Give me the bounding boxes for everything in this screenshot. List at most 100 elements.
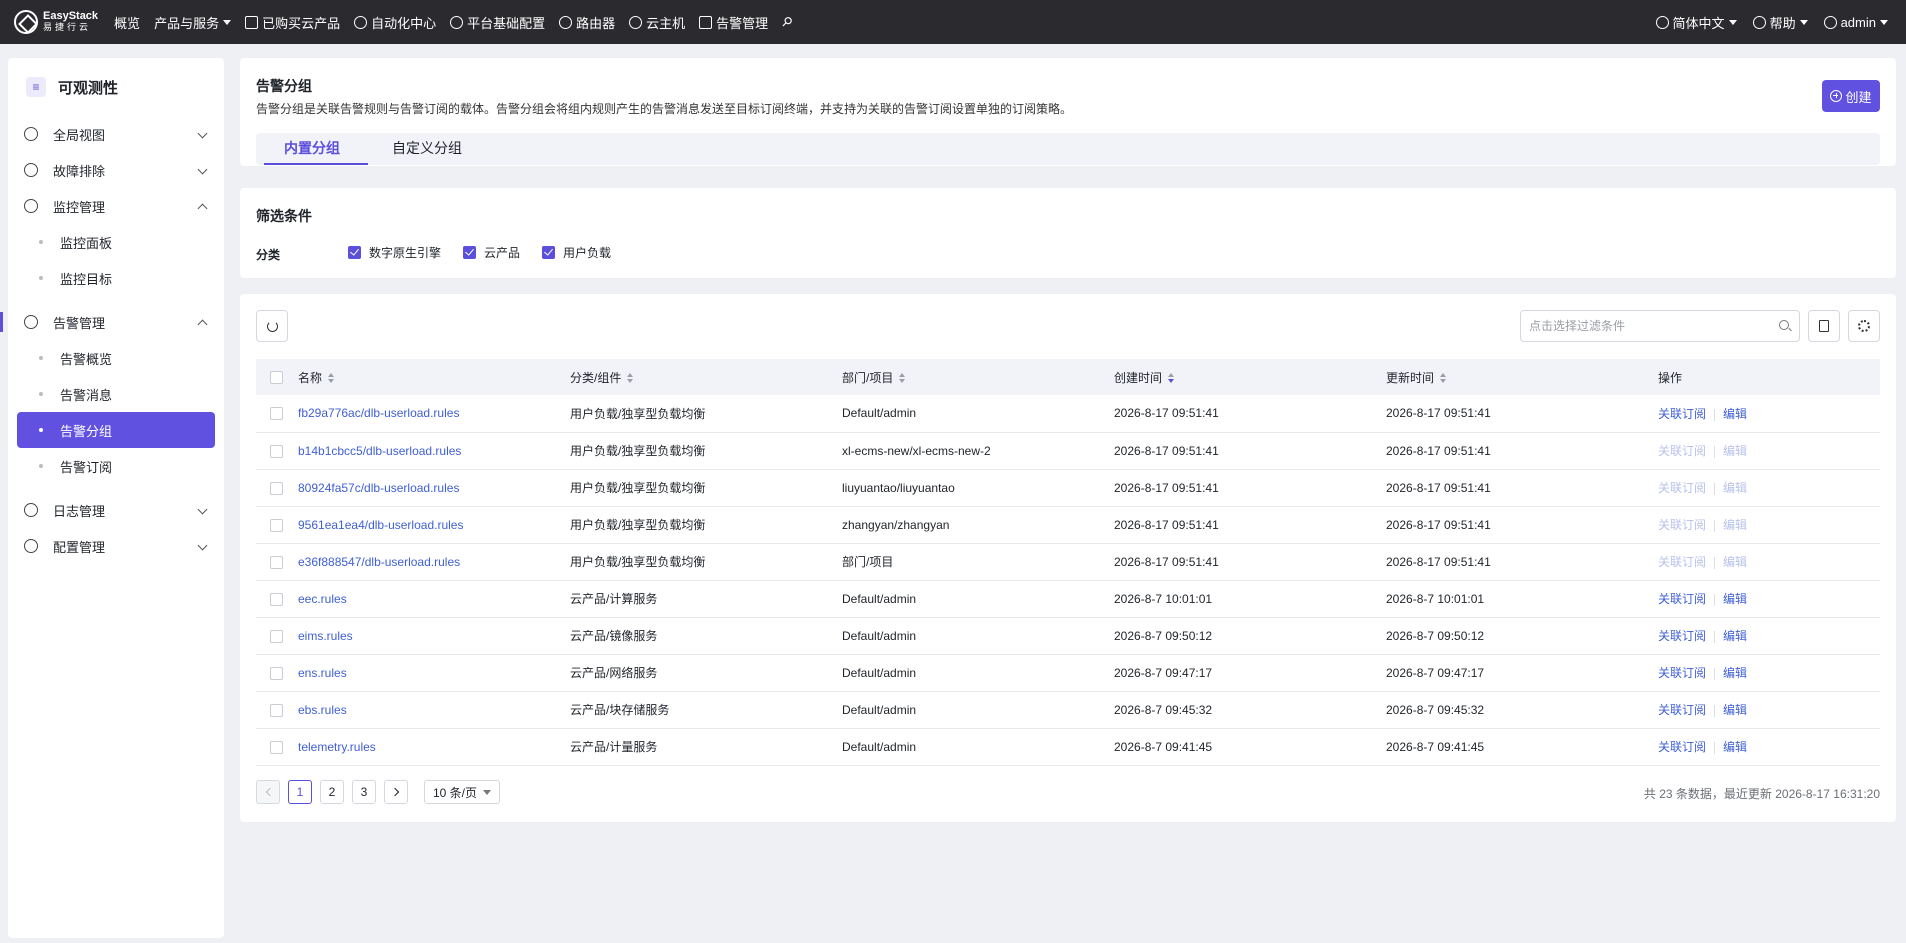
column-header-name[interactable]: 名称 — [298, 359, 570, 395]
column-settings-button[interactable] — [1848, 310, 1880, 342]
easystack-logo[interactable]: EasyStack 易捷行云 — [14, 10, 98, 34]
sidebar-item-troubleshooting[interactable]: 故障排除 — [8, 152, 224, 188]
group-name-link[interactable]: eec.rules — [298, 592, 347, 606]
sidebar-item-log-management[interactable]: 日志管理 — [8, 492, 224, 528]
edit-action[interactable]: 编辑 — [1723, 740, 1747, 754]
created-time-cell: 2026-8-17 09:51:41 — [1114, 517, 1219, 532]
nav-automation[interactable]: 自动化中心 — [354, 13, 436, 32]
pin-icon: ⚲ — [778, 12, 796, 31]
group-name-link[interactable]: b14b1cbcc5/dlb-userload.rules — [298, 444, 461, 458]
link-subscription-action[interactable]: 关联订阅 — [1658, 703, 1706, 717]
column-header-created[interactable]: 创建时间 — [1114, 359, 1386, 395]
menu-icon[interactable]: ≡ — [26, 77, 46, 97]
group-name-link[interactable]: 9561ea1ea4/dlb-userload.rules — [298, 518, 463, 532]
row-checkbox[interactable] — [270, 629, 283, 643]
row-checkbox[interactable] — [270, 666, 283, 680]
row-checkbox[interactable] — [270, 703, 283, 717]
link-subscription-action[interactable]: 关联订阅 — [1658, 407, 1706, 421]
language-selector[interactable]: 简体中文 — [1655, 13, 1737, 32]
group-name-link[interactable]: 80924fa57c/dlb-userload.rules — [298, 481, 459, 495]
column-header-category[interactable]: 分类/组件 — [570, 359, 842, 395]
edit-action[interactable]: 编辑 — [1723, 518, 1747, 532]
sort-icon[interactable] — [328, 373, 336, 384]
link-subscription-action[interactable]: 关联订阅 — [1658, 481, 1706, 495]
group-name-link[interactable]: ebs.rules — [298, 703, 347, 717]
link-subscription-action[interactable]: 关联订阅 — [1658, 629, 1706, 643]
edit-action[interactable]: 编辑 — [1723, 481, 1747, 495]
row-checkbox[interactable] — [270, 518, 283, 532]
group-name-link[interactable]: ens.rules — [298, 666, 347, 680]
edit-action[interactable]: 编辑 — [1723, 592, 1747, 606]
row-checkbox[interactable] — [270, 481, 283, 495]
create-button[interactable]: 创建 — [1822, 80, 1880, 112]
user-menu[interactable]: admin — [1823, 15, 1888, 30]
sort-icon[interactable] — [899, 373, 907, 384]
sort-icon[interactable] — [1440, 373, 1448, 384]
group-name-link[interactable]: e36f888547/dlb-userload.rules — [298, 555, 460, 569]
sidebar-subitem-alarm-subscriptions[interactable]: 告警订阅 — [17, 448, 215, 484]
refresh-button[interactable] — [256, 310, 288, 342]
page-button-2[interactable]: 2 — [320, 780, 344, 804]
edit-action[interactable]: 编辑 — [1723, 703, 1747, 717]
table-row: e36f888547/dlb-userload.rules 用户负载/独享型负载均… — [256, 543, 1880, 580]
link-subscription-action[interactable]: 关联订阅 — [1658, 592, 1706, 606]
checkbox-cloud-product[interactable]: 云产品 — [463, 244, 520, 261]
link-subscription-action[interactable]: 关联订阅 — [1658, 666, 1706, 680]
nav-cloud-host[interactable]: 云主机 — [629, 13, 685, 32]
pin-button[interactable]: ⚲ — [779, 13, 796, 30]
page-button-3[interactable]: 3 — [352, 780, 376, 804]
sidebar-item-alarm-management[interactable]: 告警管理 — [0, 304, 224, 340]
sidebar-item-monitor-management[interactable]: 监控管理 — [8, 188, 224, 224]
select-all-checkbox[interactable] — [270, 371, 283, 385]
updated-time-cell: 2026-8-17 09:51:41 — [1386, 406, 1491, 421]
group-name-link[interactable]: fb29a776ac/dlb-userload.rules — [298, 406, 459, 420]
edit-action[interactable]: 编辑 — [1723, 666, 1747, 680]
row-checkbox[interactable] — [270, 740, 283, 754]
row-checkbox[interactable] — [270, 555, 283, 569]
help-menu[interactable]: 帮助 — [1752, 13, 1808, 32]
nav-router[interactable]: 路由器 — [559, 13, 615, 32]
checkbox-user-load[interactable]: 用户负载 — [542, 244, 611, 261]
export-button[interactable] — [1808, 310, 1840, 342]
tab-builtin-groups[interactable]: 内置分组 — [256, 133, 368, 165]
nav-products-services[interactable]: 产品与服务 — [154, 13, 232, 32]
row-checkbox[interactable] — [270, 444, 283, 458]
nav-platform-config[interactable]: 平台基础配置 — [450, 13, 545, 32]
sidebar-subitem-alarm-groups[interactable]: 告警分组 — [17, 412, 215, 448]
nav-alarm-management[interactable]: 告警管理 — [699, 13, 768, 32]
created-time-cell: 2026-8-17 09:51:41 — [1114, 480, 1219, 495]
tab-custom-groups[interactable]: 自定义分组 — [368, 133, 490, 165]
page-size-select[interactable]: 10 条/页 — [424, 780, 500, 804]
row-checkbox[interactable] — [270, 407, 283, 421]
sort-icon[interactable] — [627, 373, 635, 384]
row-checkbox[interactable] — [270, 592, 283, 606]
link-subscription-action[interactable]: 关联订阅 — [1658, 740, 1706, 754]
group-name-link[interactable]: eims.rules — [298, 629, 353, 643]
link-subscription-action[interactable]: 关联订阅 — [1658, 518, 1706, 532]
filter-search[interactable] — [1520, 310, 1800, 342]
sort-desc-icon[interactable] — [1168, 373, 1176, 384]
edit-action[interactable]: 编辑 — [1723, 555, 1747, 569]
edit-action[interactable]: 编辑 — [1723, 407, 1747, 421]
link-subscription-action[interactable]: 关联订阅 — [1658, 555, 1706, 569]
sidebar-subitem-alarm-overview[interactable]: 告警概览 — [17, 340, 215, 376]
sidebar-subitem-monitor-target[interactable]: 监控目标 — [17, 260, 215, 296]
column-header-updated[interactable]: 更新时间 — [1386, 359, 1658, 395]
prev-page-button[interactable] — [256, 780, 280, 804]
nav-overview[interactable]: 概览 — [114, 13, 140, 32]
sidebar-subitem-monitor-dashboard[interactable]: 监控面板 — [17, 224, 215, 260]
nav-purchased-products[interactable]: 已购买云产品 — [245, 13, 340, 32]
link-subscription-action[interactable]: 关联订阅 — [1658, 444, 1706, 458]
search-input[interactable] — [1521, 311, 1799, 341]
checkbox-digital-native-engine[interactable]: 数字原生引擎 — [348, 244, 441, 261]
sidebar-subitem-alarm-messages[interactable]: 告警消息 — [17, 376, 215, 412]
edit-action[interactable]: 编辑 — [1723, 629, 1747, 643]
action-divider — [1714, 593, 1716, 606]
next-page-button[interactable] — [384, 780, 408, 804]
column-header-project[interactable]: 部门/项目 — [842, 359, 1114, 395]
edit-action[interactable]: 编辑 — [1723, 444, 1747, 458]
sidebar-item-global-view[interactable]: 全局视图 — [8, 116, 224, 152]
page-button-1[interactable]: 1 — [288, 780, 312, 804]
group-name-link[interactable]: telemetry.rules — [298, 740, 376, 754]
sidebar-item-config-management[interactable]: 配置管理 — [8, 528, 224, 564]
